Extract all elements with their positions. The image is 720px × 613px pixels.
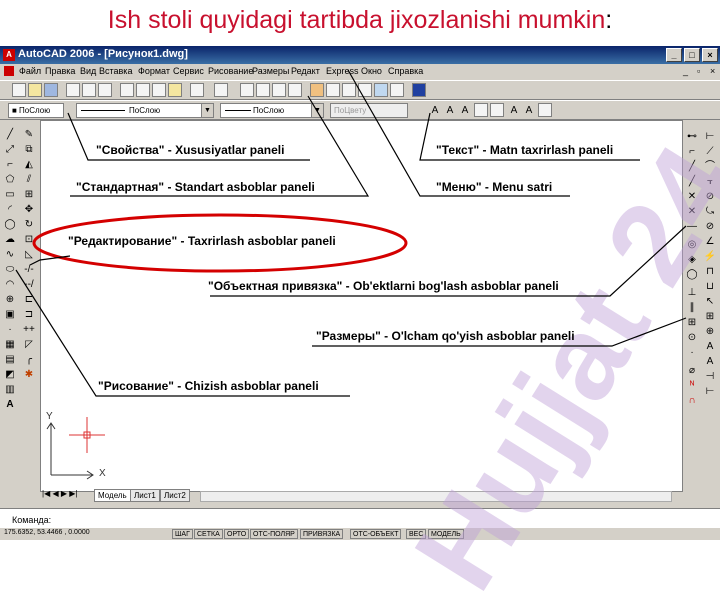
callout-menu: "Меню" - Menu satri bbox=[436, 180, 553, 194]
menu-leader bbox=[347, 69, 570, 197]
callout-standard: "Стандартная" - Standart asboblar paneli bbox=[76, 180, 315, 194]
callout-draw: "Рисование" - Chizish asboblar paneli bbox=[98, 379, 319, 393]
callout-properties: "Свойства" - Xususiyatlar paneli bbox=[96, 143, 285, 157]
callout-osnap: "Объектная привязка" - Ob'ektlarni bog'l… bbox=[208, 279, 559, 293]
callout-dimension: "Размеры" - O'lcham qo'yish asboblar pan… bbox=[316, 329, 575, 343]
callout-lines bbox=[15, 69, 687, 397]
callout-modify: "Редактирование" - Taxrirlash asboblar p… bbox=[68, 234, 336, 248]
callout-text: "Текст" - Matn taxrirlash paneli bbox=[436, 143, 614, 157]
modify-leader bbox=[29, 255, 71, 266]
